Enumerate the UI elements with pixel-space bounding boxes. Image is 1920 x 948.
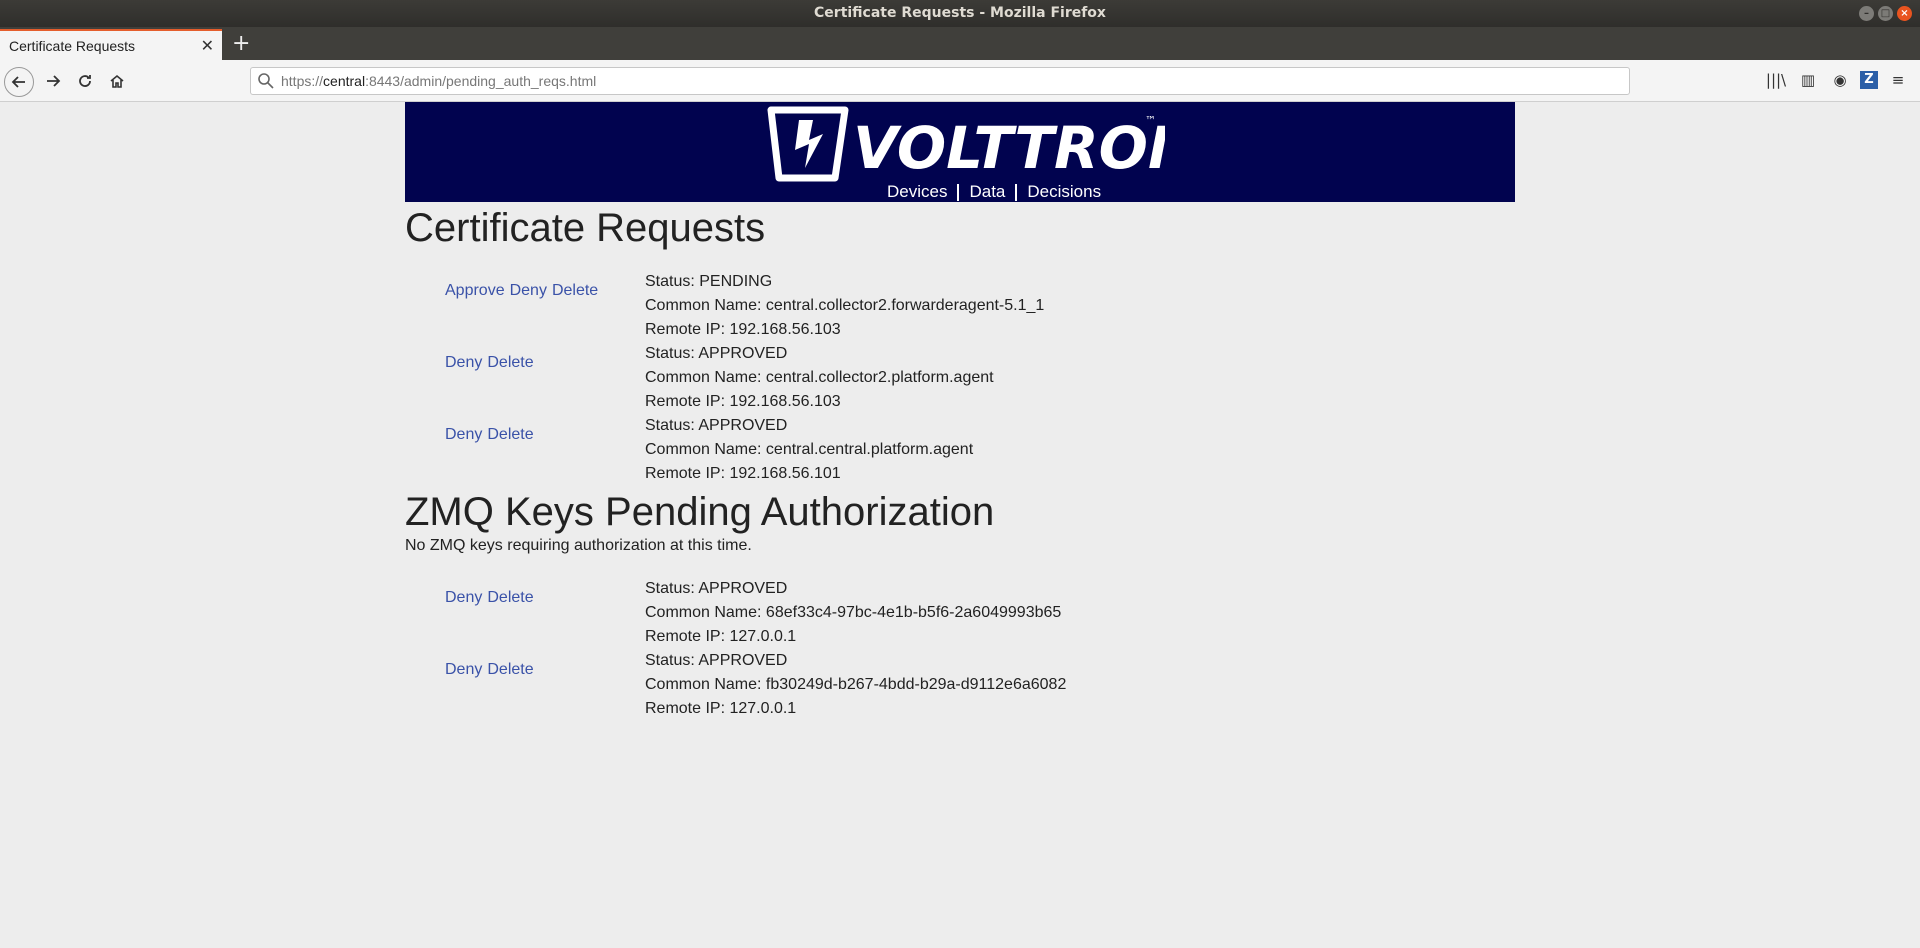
request-actions: Deny Delete [445,354,539,372]
url-path: :8443/admin/pending_auth_reqs.html [365,73,597,89]
request-details: Status: APPROVED Common Name: central.ce… [645,414,973,486]
certificate-requests-heading: Certificate Requests [405,206,766,250]
toolbar-right: |||\ ▥ ◉ Z ≡ [1764,68,1910,92]
forward-arrow-icon [47,75,61,87]
delete-button[interactable]: Delete [487,354,533,371]
minimize-icon[interactable]: – [1859,6,1874,21]
nav-separator [1015,183,1018,201]
request-status: Status: APPROVED [645,417,788,434]
key-actions: Deny Delete [445,661,539,679]
deny-button[interactable]: Deny [445,661,482,678]
key-details: Status: APPROVED Common Name: 68ef33c4-9… [645,577,1061,649]
deny-button[interactable]: Deny [445,589,482,606]
account-icon[interactable]: ◉ [1828,68,1852,92]
delete-button[interactable]: Delete [487,661,533,678]
certificate-request: Deny Delete Status: APPROVED Common Name:… [405,414,1205,486]
logo-text: VOLTTRON [853,114,1165,182]
zmq-key-entry: Deny Delete Status: APPROVED Common Name:… [405,649,1205,721]
key-status: Status: APPROVED [645,580,788,597]
request-common-name: Common Name: central.central.platform.ag… [645,441,974,458]
page-content: VOLTTRON ™ Devices Data Decisions Certif… [0,102,1920,948]
key-details: Status: APPROVED Common Name: fb30249d-b… [645,649,1066,721]
menu-icon[interactable]: ≡ [1886,68,1910,92]
deny-button[interactable]: Deny [510,282,547,299]
key-remote-ip: Remote IP: 127.0.0.1 [645,628,797,645]
volttron-banner: VOLTTRON ™ Devices Data Decisions [405,102,1515,202]
delete-button[interactable]: Delete [487,589,533,606]
key-common-name: Common Name: fb30249d-b267-4bdd-b29a-d91… [645,676,1067,693]
tab-label: Certificate Requests [9,38,136,54]
zmq-keys-heading: ZMQ Keys Pending Authorization [405,490,995,534]
tab-close-icon[interactable]: ✕ [201,36,214,55]
url-bar[interactable]: https://central:8443/admin/pending_auth_… [250,67,1630,95]
url-text: https://central:8443/admin/pending_auth_… [281,73,596,89]
back-arrow-icon [11,76,25,88]
url-host: central [323,73,366,89]
deny-button[interactable]: Deny [445,426,482,443]
tab-strip: Certificate Requests ✕ + [0,27,1920,60]
nav-link-devices[interactable]: Devices [887,182,947,202]
request-details: Status: PENDING Common Name: central.col… [645,270,1044,342]
maximize-icon[interactable]: □ [1878,6,1893,21]
reload-button[interactable] [72,68,98,94]
key-actions: Deny Delete [445,589,539,607]
certificate-request: Approve Deny Delete Status: PENDING Common… [405,270,1205,342]
request-details: Status: APPROVED Common Name: central.co… [645,342,994,414]
zotero-extension-icon[interactable]: Z [1860,71,1878,89]
request-actions: Approve Deny Delete [445,282,603,300]
request-remote-ip: Remote IP: 192.168.56.103 [645,393,841,410]
tab-certificate-requests[interactable]: Certificate Requests ✕ [0,29,222,60]
certificate-request: Deny Delete Status: APPROVED Common Name:… [405,342,1205,414]
nav-link-data[interactable]: Data [969,182,1005,202]
key-common-name: Common Name: 68ef33c4-97bc-4e1b-b5f6-2a6… [645,604,1062,621]
home-icon [110,74,124,88]
nav-link-decisions[interactable]: Decisions [1027,182,1101,202]
volttron-logo: VOLTTRON ™ [767,106,1165,182]
deny-button[interactable]: Deny [445,354,482,371]
home-button[interactable] [104,68,130,94]
close-window-icon[interactable]: × [1897,6,1912,21]
request-status: Status: APPROVED [645,345,788,362]
logo-tm: ™ [1145,114,1156,127]
zmq-key-entry: Deny Delete Status: APPROVED Common Name:… [405,577,1205,649]
window-title: Certificate Requests - Mozilla Firefox [814,5,1106,21]
approve-button[interactable]: Approve [445,282,505,299]
library-icon[interactable]: |||\ [1764,68,1788,92]
key-status: Status: APPROVED [645,652,788,669]
nav-separator [957,183,960,201]
sidebar-icon[interactable]: ▥ [1796,68,1820,92]
zmq-empty-note: No ZMQ keys requiring authorization at t… [405,537,752,554]
search-icon [258,73,274,89]
reload-icon [79,75,91,87]
request-status: Status: PENDING [645,273,773,290]
delete-button[interactable]: Delete [552,282,598,299]
request-common-name: Common Name: central.collector2.forwarde… [645,297,1045,314]
key-remote-ip: Remote IP: 127.0.0.1 [645,700,797,717]
window-controls: – □ × [1859,6,1912,21]
navigation-toolbar: https://central:8443/admin/pending_auth_… [0,60,1920,102]
back-button[interactable] [4,67,34,97]
request-remote-ip: Remote IP: 192.168.56.103 [645,321,841,338]
request-remote-ip: Remote IP: 192.168.56.101 [645,465,841,482]
banner-nav: Devices Data Decisions [887,182,1101,202]
request-actions: Deny Delete [445,426,539,444]
window-titlebar: Certificate Requests - Mozilla Firefox –… [0,0,1920,27]
request-common-name: Common Name: central.collector2.platform… [645,369,994,386]
url-prefix: https:// [281,73,324,89]
delete-button[interactable]: Delete [487,426,533,443]
new-tab-button[interactable]: + [232,31,250,56]
forward-button[interactable] [40,68,66,94]
